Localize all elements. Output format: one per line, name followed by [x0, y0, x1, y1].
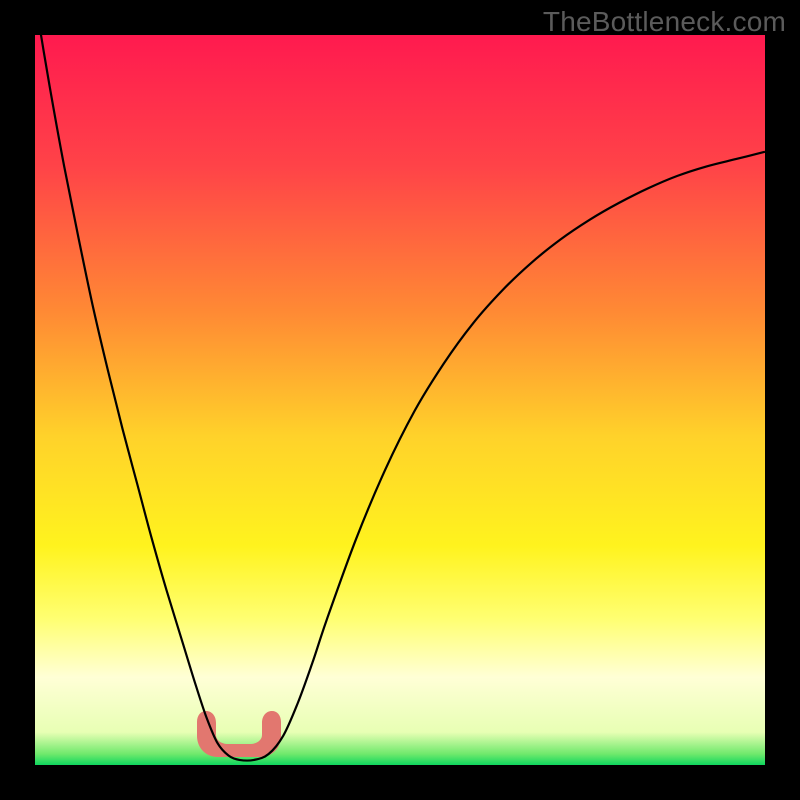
watermark-text: TheBottleneck.com	[543, 6, 786, 38]
plot-area	[35, 35, 765, 765]
chart-svg	[35, 35, 765, 765]
chart-frame: TheBottleneck.com	[0, 0, 800, 800]
gradient-background	[35, 35, 765, 765]
